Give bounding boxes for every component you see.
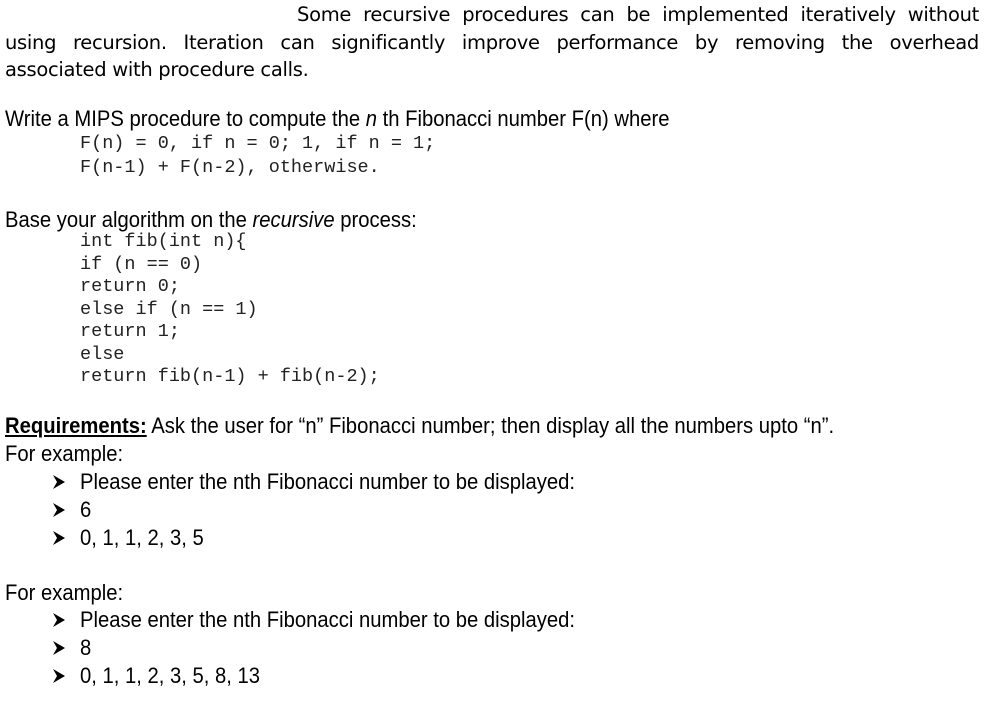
- intro-line-1: Some recursive procedures can be impleme…: [297, 3, 979, 26]
- code-line: if (n == 0): [80, 254, 203, 275]
- base-italic-recursive: recursive: [252, 207, 335, 232]
- example-heading: For example:: [5, 580, 124, 605]
- code-line: return 0;: [80, 276, 180, 297]
- code-line: return fib(n-1) + fib(n-2);: [80, 366, 380, 387]
- arrow-bullet-icon: [52, 612, 66, 628]
- requirements-text: Ask the user for “n” Fibonacci number; t…: [146, 413, 835, 438]
- arrow-bullet-icon: [52, 530, 66, 546]
- example-item: Please enter the nth Fibonacci number to…: [80, 469, 576, 494]
- formula-line-1: F(n) = 0, if n = 0; 1, if n = 1;: [80, 133, 436, 154]
- code-line: else: [80, 344, 125, 365]
- example-item: 0, 1, 1, 2, 3, 5, 8, 13: [80, 663, 261, 688]
- requirements-label: Requirements:: [5, 413, 147, 438]
- task-prefix: Write a MIPS procedure to compute the: [5, 106, 366, 131]
- task-italic-n: n: [365, 106, 378, 131]
- base-statement: Base your algorithm on the recursive pro…: [5, 207, 417, 233]
- example-item: 6: [80, 497, 92, 522]
- base-prefix: Base your algorithm on the: [5, 207, 253, 232]
- code-line: return 1;: [80, 321, 180, 342]
- formula-line-2: F(n-1) + F(n-2), otherwise.: [80, 157, 380, 178]
- arrow-bullet-icon: [52, 668, 66, 684]
- example-heading: For example:: [5, 441, 124, 466]
- arrow-bullet-icon: [52, 502, 66, 518]
- task-suffix: th Fibonacci number F(n) where: [377, 106, 670, 131]
- example-item: Please enter the nth Fibonacci number to…: [80, 607, 576, 632]
- task-statement: Write a MIPS procedure to compute the n …: [5, 106, 669, 132]
- base-suffix: process:: [334, 207, 417, 232]
- code-line: else if (n == 1): [80, 299, 258, 320]
- example-item: 8: [80, 635, 92, 660]
- intro-line-3: associated with procedure calls.: [5, 58, 309, 81]
- arrow-bullet-icon: [52, 640, 66, 656]
- code-line: int fib(int n){: [80, 231, 247, 252]
- requirements-line: Requirements: Ask the user for “n” Fibon…: [5, 413, 834, 439]
- intro-line-2: using recursion. Iteration can significa…: [5, 31, 979, 54]
- example-item: 0, 1, 1, 2, 3, 5: [80, 525, 204, 550]
- arrow-bullet-icon: [52, 474, 66, 490]
